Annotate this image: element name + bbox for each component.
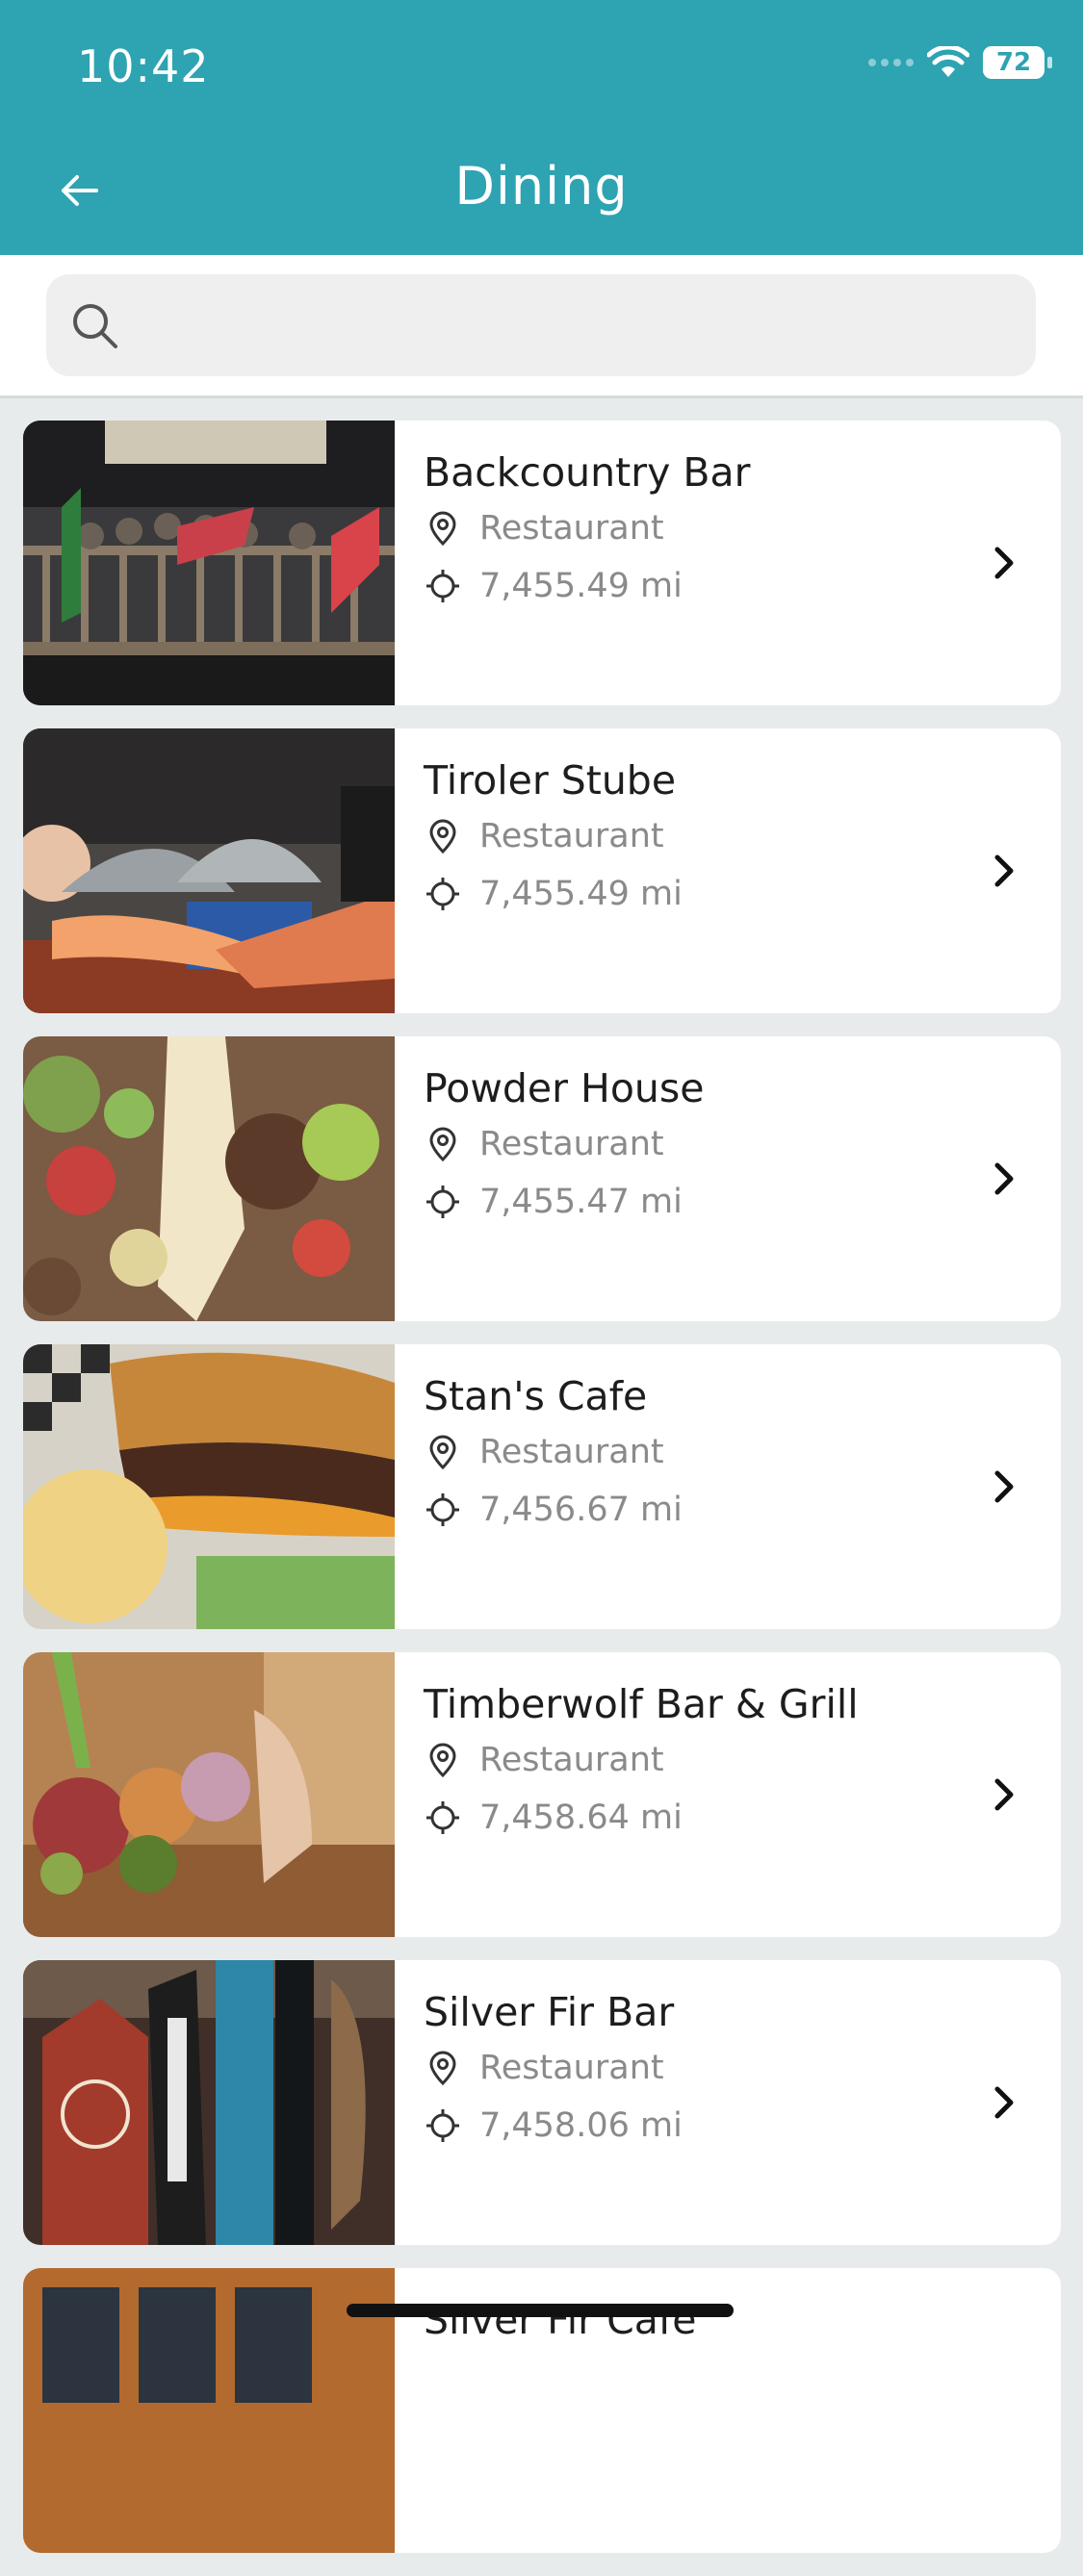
category-row: Restaurant <box>424 817 664 855</box>
category-row: Restaurant <box>424 1741 664 1779</box>
list-item[interactable]: Timberwolf Bar & Grill Restaurant 7,458.… <box>23 1652 1061 1937</box>
page-title: Dining <box>454 156 629 217</box>
location-pin-icon <box>429 2051 456 2086</box>
distance-row: 7,455.49 mi <box>424 875 683 913</box>
category-row: Restaurant <box>424 509 664 548</box>
category-row: Restaurant <box>424 2049 664 2087</box>
place-distance: 7,455.49 mi <box>479 875 683 913</box>
search-bar <box>0 255 1083 398</box>
search-input[interactable] <box>135 274 1005 378</box>
place-category: Restaurant <box>479 2049 664 2087</box>
chevron-right-icon[interactable] <box>978 2076 1032 2130</box>
restaurant-photo <box>23 2268 395 2553</box>
chevron-right-icon[interactable] <box>978 536 1032 590</box>
list-item[interactable]: Tiroler Stube Restaurant 7,455.49 mi <box>23 728 1061 1013</box>
place-distance: 7,455.49 mi <box>479 567 683 605</box>
restaurant-photo <box>23 421 395 705</box>
place-distance: 7,456.67 mi <box>479 1491 683 1529</box>
restaurant-photo <box>23 1344 395 1629</box>
chevron-right-icon[interactable] <box>978 1460 1032 1514</box>
location-pin-icon <box>429 1127 456 1162</box>
location-pin-icon <box>429 1435 456 1470</box>
dining-list: Backcountry Bar Restaurant 7,455.49 mi T… <box>23 421 1061 2576</box>
chevron-right-icon[interactable] <box>978 1152 1032 1206</box>
place-category: Restaurant <box>479 1433 664 1471</box>
location-pin-icon <box>429 1743 456 1778</box>
place-name: Silver Fir Bar <box>424 1989 675 2035</box>
place-distance: 7,458.64 mi <box>479 1798 683 1837</box>
crosshair-icon <box>426 570 459 602</box>
distance-row: 7,456.67 mi <box>424 1491 683 1529</box>
restaurant-photo <box>23 728 395 1013</box>
status-icons: 72 <box>868 46 1052 79</box>
location-pin-icon <box>429 511 456 547</box>
place-name: Powder House <box>424 1065 705 1111</box>
battery-icon: 72 <box>983 46 1052 79</box>
location-pin-icon <box>429 819 456 854</box>
place-category: Restaurant <box>479 817 664 855</box>
wifi-icon <box>927 46 969 77</box>
status-time: 10:42 <box>77 40 210 92</box>
place-name: Stan's Cafe <box>424 1373 648 1419</box>
search-icon <box>73 304 117 348</box>
chevron-right-icon[interactable] <box>978 844 1032 898</box>
crosshair-icon <box>426 878 459 910</box>
cellular-signal-icon <box>868 59 914 66</box>
restaurant-photo <box>23 1960 395 2245</box>
restaurant-photo <box>23 1652 395 1937</box>
list-item[interactable]: Powder House Restaurant 7,455.47 mi <box>23 1036 1061 1321</box>
list-item[interactable]: Backcountry Bar Restaurant 7,455.49 mi <box>23 421 1061 705</box>
home-indicator[interactable] <box>347 2304 734 2317</box>
place-name: Timberwolf Bar & Grill <box>424 1681 859 1727</box>
distance-row: 7,455.47 mi <box>424 1183 683 1221</box>
crosshair-icon <box>426 1493 459 1526</box>
crosshair-icon <box>426 1801 459 1834</box>
list-item[interactable]: Silver Fir Bar Restaurant 7,458.06 mi <box>23 1960 1061 2245</box>
place-category: Restaurant <box>479 1741 664 1779</box>
app-header: 10:42 72 Dining <box>0 0 1083 255</box>
crosshair-icon <box>426 1186 459 1218</box>
chevron-right-icon[interactable] <box>978 1768 1032 1822</box>
place-distance: 7,455.47 mi <box>479 1183 683 1221</box>
distance-row: 7,458.64 mi <box>424 1798 683 1837</box>
restaurant-photo <box>23 1036 395 1321</box>
list-item[interactable]: Stan's Cafe Restaurant 7,456.67 mi <box>23 1344 1061 1629</box>
crosshair-icon <box>426 2109 459 2142</box>
distance-row: 7,455.49 mi <box>424 567 683 605</box>
place-name: Backcountry Bar <box>424 449 751 496</box>
place-name: Tiroler Stube <box>424 757 677 803</box>
place-category: Restaurant <box>479 1125 664 1163</box>
distance-row: 7,458.06 mi <box>424 2106 683 2145</box>
place-category: Restaurant <box>479 509 664 548</box>
category-row: Restaurant <box>424 1433 664 1471</box>
place-distance: 7,458.06 mi <box>479 2106 683 2145</box>
category-row: Restaurant <box>424 1125 664 1163</box>
